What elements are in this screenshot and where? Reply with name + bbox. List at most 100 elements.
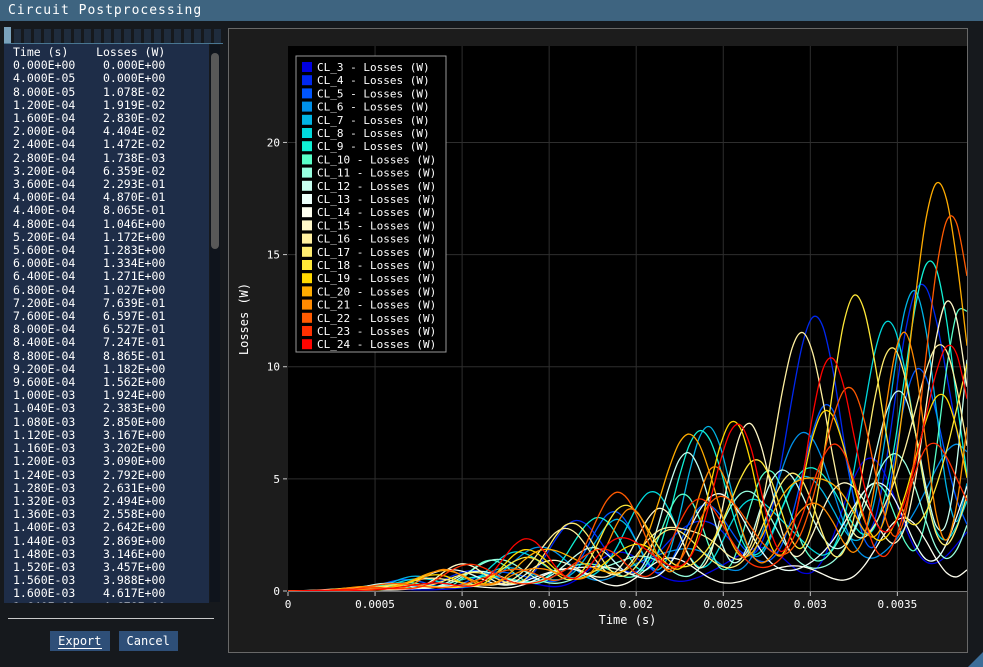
table-row[interactable]: 1.640E-03 4.678E+00: [13, 601, 209, 603]
table-row[interactable]: 2.400E-04 1.472E-02: [13, 138, 209, 151]
legend-label: CL_15 - Losses (W): [317, 219, 436, 232]
y-tick-label: 0: [273, 585, 280, 598]
table-row[interactable]: 6.400E-04 1.271E+00: [13, 270, 209, 283]
legend-swatch: [302, 207, 312, 217]
table-row[interactable]: 1.040E-03 2.383E+00: [13, 402, 209, 415]
signal-tab-13[interactable]: [134, 29, 141, 43]
legend-entry: CL_7 - Losses (W): [302, 114, 430, 127]
signal-tab-9[interactable]: [94, 29, 101, 43]
signal-tab-11[interactable]: [114, 29, 121, 43]
signal-tab-5[interactable]: [54, 29, 61, 43]
legend-label: CL_6 - Losses (W): [317, 101, 430, 114]
legend-entry: CL_14 - Losses (W): [302, 206, 436, 219]
y-tick-label: 20: [267, 136, 280, 149]
table-row[interactable]: 4.400E-04 8.065E-01: [13, 204, 209, 217]
signal-tab-16[interactable]: [164, 29, 171, 43]
losses-plot[interactable]: 00.00050.0010.00150.0020.00250.0030.0035…: [229, 29, 969, 654]
signal-tab-6[interactable]: [64, 29, 71, 43]
table-row[interactable]: 1.480E-03 3.146E+00: [13, 548, 209, 561]
legend-entry: CL_15 - Losses (W): [302, 219, 436, 232]
legend-label: CL_10 - Losses (W): [317, 153, 436, 166]
y-tick-label: 5: [273, 473, 280, 486]
legend-swatch: [302, 75, 312, 85]
signal-tab-10[interactable]: [104, 29, 111, 43]
signal-tab-0[interactable]: [4, 27, 11, 43]
x-tick-label: 0.002: [620, 598, 653, 611]
legend-swatch: [302, 194, 312, 204]
legend-swatch: [302, 128, 312, 138]
legend-label: CL_12 - Losses (W): [317, 180, 436, 193]
table-scrollbar[interactable]: [210, 45, 220, 602]
legend-label: CL_16 - Losses (W): [317, 233, 436, 246]
signal-tab-3[interactable]: [34, 29, 41, 43]
data-table[interactable]: Time (s) Losses (W)0.000E+00 0.000E+004.…: [4, 44, 209, 603]
signal-tab-18[interactable]: [184, 29, 191, 43]
signal-tab-12[interactable]: [124, 29, 131, 43]
legend-swatch: [302, 102, 312, 112]
signal-tab-7[interactable]: [74, 29, 81, 43]
x-tick-label: 0.0005: [355, 598, 395, 611]
legend-label: CL_14 - Losses (W): [317, 206, 436, 219]
y-tick-label: 15: [267, 249, 280, 262]
legend-entry: CL_13 - Losses (W): [302, 193, 436, 206]
legend-label: CL_11 - Losses (W): [317, 167, 436, 180]
legend-entry: CL_11 - Losses (W): [302, 167, 436, 180]
legend-entry: CL_12 - Losses (W): [302, 180, 436, 193]
legend-entry: CL_5 - Losses (W): [302, 87, 430, 100]
legend-label: CL_23 - Losses (W): [317, 325, 436, 338]
cancel-button[interactable]: Cancel: [119, 631, 178, 651]
legend-entry: CL_9 - Losses (W): [302, 140, 430, 153]
signal-tab-1[interactable]: [14, 29, 21, 43]
table-row[interactable]: 4.000E-05 0.000E+00: [13, 72, 209, 85]
resize-grip-icon[interactable]: [968, 652, 983, 667]
legend-swatch: [302, 88, 312, 98]
table-row[interactable]: 1.200E-03 3.090E+00: [13, 455, 209, 468]
table-row[interactable]: 2.800E-04 1.738E-03: [13, 152, 209, 165]
legend-entry: CL_24 - Losses (W): [302, 338, 436, 351]
scrollbar-thumb[interactable]: [211, 53, 219, 249]
legend-label: CL_22 - Losses (W): [317, 312, 436, 325]
signal-tab-20[interactable]: [204, 29, 211, 43]
legend-entry: CL_16 - Losses (W): [302, 233, 436, 246]
table-row[interactable]: 4.800E-04 1.046E+00: [13, 218, 209, 231]
legend-swatch: [302, 181, 312, 191]
signal-tab-14[interactable]: [144, 29, 151, 43]
signal-tab-2[interactable]: [24, 29, 31, 43]
export-button[interactable]: Export: [50, 631, 109, 651]
legend-swatch: [302, 115, 312, 125]
table-row[interactable]: 1.400E-03 2.642E+00: [13, 521, 209, 534]
legend-swatch: [302, 168, 312, 178]
table-row[interactable]: 1.240E-03 2.792E+00: [13, 469, 209, 482]
legend-swatch: [302, 339, 312, 349]
signal-tab-4[interactable]: [44, 29, 51, 43]
table-row[interactable]: 8.400E-04 7.247E-01: [13, 336, 209, 349]
legend-swatch: [302, 154, 312, 164]
button-row: Export Cancel: [0, 631, 228, 651]
table-row[interactable]: 1.280E-03 2.631E+00: [13, 482, 209, 495]
x-axis-label: Time (s): [599, 613, 657, 627]
legend-label: CL_17 - Losses (W): [317, 246, 436, 259]
x-tick-label: 0: [285, 598, 292, 611]
table-row[interactable]: 8.000E-05 1.078E-02: [13, 86, 209, 99]
x-tick-label: 0.0035: [877, 598, 917, 611]
legend-entry: CL_3 - Losses (W): [302, 61, 430, 74]
legend-entry: CL_21 - Losses (W): [302, 299, 436, 312]
legend-entry: CL_4 - Losses (W): [302, 74, 430, 87]
legend-swatch: [302, 234, 312, 244]
legend-swatch: [302, 286, 312, 296]
signal-tab-17[interactable]: [174, 29, 181, 43]
tab-strip[interactable]: [4, 28, 223, 44]
legend-label: CL_8 - Losses (W): [317, 127, 430, 140]
table-row[interactable]: 1.440E-03 2.869E+00: [13, 535, 209, 548]
legend-entry: CL_6 - Losses (W): [302, 101, 430, 114]
signal-tab-8[interactable]: [84, 29, 91, 43]
table-row[interactable]: 6.800E-04 1.027E+00: [13, 284, 209, 297]
signal-tab-19[interactable]: [194, 29, 201, 43]
table-row[interactable]: 1.600E-03 4.617E+00: [13, 587, 209, 600]
signal-tab-21[interactable]: [214, 29, 221, 43]
table-row[interactable]: 1.080E-03 2.850E+00: [13, 416, 209, 429]
signal-tab-15[interactable]: [154, 29, 161, 43]
legend-entry: CL_19 - Losses (W): [302, 272, 436, 285]
legend-label: CL_19 - Losses (W): [317, 272, 436, 285]
table-row[interactable]: 8.800E-04 8.865E-01: [13, 350, 209, 363]
